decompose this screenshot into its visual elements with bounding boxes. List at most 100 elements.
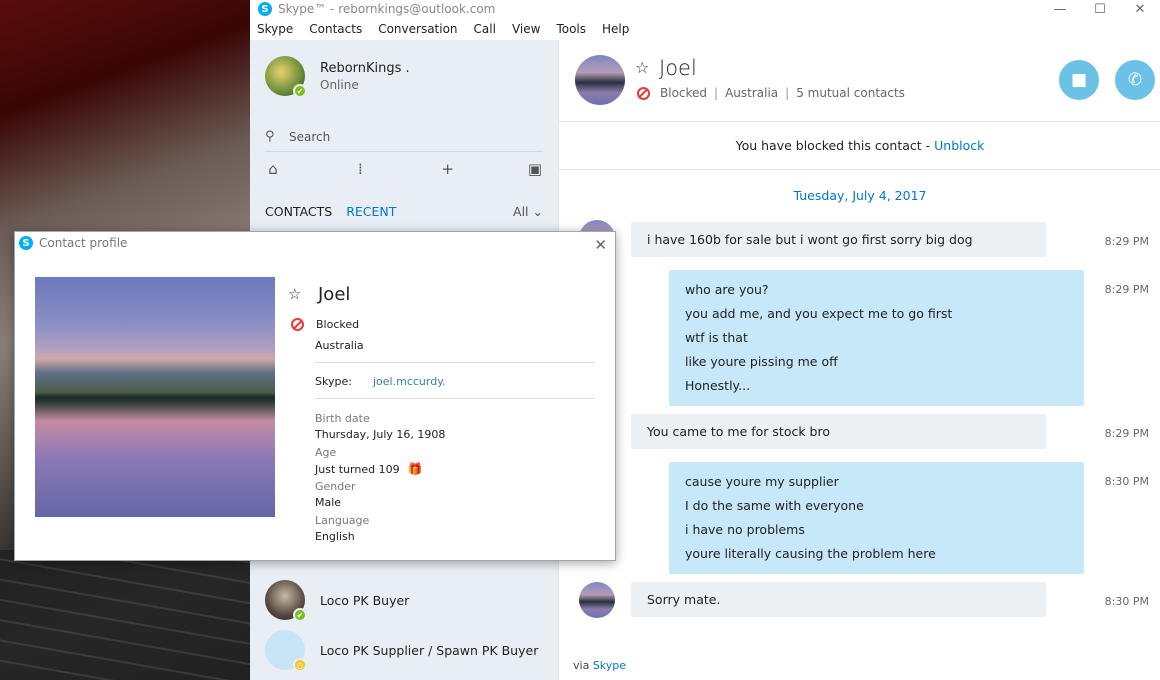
age-value: Just turned 109 [315, 462, 400, 476]
search-icon: ⚲ [265, 129, 275, 144]
contact-name: Loco PK Buyer [320, 592, 410, 608]
my-name: RebornKings . [320, 60, 410, 76]
menu-conversation[interactable]: Conversation [378, 22, 457, 36]
message-incoming[interactable]: i have 160b for sale but i wont go first… [631, 222, 1046, 257]
chevron-down-icon: ⌄ [532, 204, 543, 219]
menu-tools[interactable]: Tools [556, 22, 586, 36]
filter-dropdown[interactable]: All ⌄ [513, 204, 543, 219]
skype-id-row: Skype: joel.mccurdy. [315, 375, 446, 388]
message-incoming[interactable]: Sorry mate. [631, 582, 1046, 617]
via-skype-link[interactable]: Skype [593, 659, 626, 672]
away-status-icon: ◷ [293, 658, 307, 672]
message-text: I do the same with everyone [685, 498, 864, 513]
window-title: Skype™ - rebornkings@outlook.com [278, 2, 496, 16]
message-text: youre literally causing the problem here [685, 546, 936, 561]
blocked-icon [637, 86, 650, 100]
gender-field: Gender Male [315, 480, 356, 509]
profile-photo [35, 277, 275, 517]
my-status[interactable]: Online [320, 78, 410, 92]
avatar[interactable]: ✔ [265, 56, 307, 98]
tab-contacts[interactable]: CONTACTS [265, 204, 332, 219]
menu-contacts[interactable]: Contacts [309, 22, 362, 36]
message-outgoing[interactable]: cause youre my supplier I do the same wi… [669, 462, 1084, 574]
message-text: i have no problems [685, 522, 805, 537]
skype-logo-icon: S [19, 236, 33, 250]
window-controls: — ☐ ✕ [1040, 0, 1160, 18]
age-label: Age [315, 446, 337, 459]
dialpad-icon[interactable]: ⁞ [352, 160, 368, 178]
laptop-keyboard [0, 550, 250, 680]
my-profile[interactable]: ✔ RebornKings . Online [265, 56, 410, 98]
video-call-button[interactable]: ■ [1059, 60, 1099, 100]
menu-call[interactable]: Call [474, 22, 496, 36]
message-outgoing[interactable]: who are you? you add me, and you expect … [669, 270, 1084, 406]
maximize-icon[interactable]: ☐ [1080, 0, 1120, 18]
menu-skype[interactable]: Skype [257, 22, 293, 36]
message-time: 8:30 PM [1104, 595, 1149, 608]
home-icon[interactable]: ⌂ [265, 160, 281, 178]
date-separator: Tuesday, July 4, 2017 [793, 188, 927, 203]
online-status-icon: ✔ [293, 84, 307, 98]
skype-id-value[interactable]: joel.mccurdy. [373, 375, 446, 388]
list-item[interactable]: ✔ Loco PK Buyer [265, 580, 410, 622]
bot-icon[interactable]: ▣ [527, 160, 543, 178]
close-icon[interactable]: ✕ [594, 236, 607, 254]
message-text: like youre pissing me off [685, 354, 838, 369]
menu-view[interactable]: View [512, 22, 540, 36]
message-time: 8:29 PM [1104, 235, 1149, 248]
conversation-header: ☆ Joel Blocked | Australia | 5 mutual co… [559, 40, 1160, 122]
menu-help[interactable]: Help [602, 22, 629, 36]
title-bar: S Skype™ - rebornkings@outlook.com [250, 0, 1160, 18]
star-icon[interactable]: ☆ [288, 285, 301, 303]
separator: | [714, 86, 719, 100]
dialog-title-bar: S Contact profile [19, 236, 127, 250]
audio-call-button[interactable]: ✆ [1115, 60, 1155, 100]
close-icon[interactable]: ✕ [1120, 0, 1160, 18]
message-time: 8:29 PM [1104, 283, 1149, 296]
mutual-contacts[interactable]: 5 mutual contacts [796, 86, 905, 100]
message-time: 8:30 PM [1104, 475, 1149, 488]
contact-meta: Blocked | Australia | 5 mutual contacts [637, 86, 905, 100]
profile-status: Blocked [291, 318, 359, 331]
add-icon[interactable]: + [440, 160, 456, 178]
via-skype: via Skype [573, 659, 626, 672]
gender-value: Male [315, 496, 342, 509]
filter-label: All [513, 204, 529, 219]
message-text: wtf is that [685, 330, 748, 345]
birth-date-label: Birth date [315, 412, 370, 425]
blocked-notice-text: You have blocked this contact - [735, 138, 931, 153]
contact-profile-dialog: S Contact profile ✕ ☆ Joel Blocked Austr… [14, 231, 616, 561]
message-text: you add me, and you expect me to go firs… [685, 306, 953, 321]
birth-date-field: Birth date Thursday, July 16, 1908 [315, 412, 445, 441]
gift-icon[interactable]: 🎁 [408, 462, 423, 476]
contact-title[interactable]: Joel [659, 56, 697, 80]
blocked-icon [291, 318, 304, 331]
profile-location: Australia [315, 339, 364, 352]
message-text: who are you? [685, 282, 769, 297]
star-icon[interactable]: ☆ [635, 58, 649, 77]
contact-location: Australia [725, 86, 779, 100]
search-input[interactable]: ⚲ Search [265, 122, 543, 152]
message-text: Honestly... [685, 378, 751, 393]
message-text: You came to me for stock bro [647, 424, 831, 439]
avatar[interactable] [575, 55, 625, 105]
phone-icon: ✆ [1127, 70, 1143, 90]
divider [315, 398, 595, 399]
message-text: cause youre my supplier [685, 474, 839, 489]
online-status-icon: ✔ [293, 608, 307, 622]
unblock-link[interactable]: Unblock [934, 138, 984, 153]
message-text: Sorry mate. [647, 592, 721, 607]
message-time: 8:29 PM [1104, 427, 1149, 440]
blocked-notice: You have blocked this contact - Unblock [559, 122, 1160, 170]
contact-status: Blocked [660, 86, 708, 100]
age-value-row: Just turned 109 🎁 [315, 462, 423, 476]
menu-bar: Skype Contacts Conversation Call View To… [250, 18, 1160, 40]
message-list: Tuesday, July 4, 2017 i have 160b for sa… [559, 170, 1160, 650]
minimize-icon[interactable]: — [1040, 0, 1080, 18]
age-field: Age Just turned 109 🎁 [315, 446, 423, 476]
tab-recent[interactable]: RECENT [346, 204, 396, 219]
list-item[interactable]: ◷ Loco PK Supplier / Spawn PK Buyer [265, 630, 538, 672]
message-incoming[interactable]: You came to me for stock bro [631, 414, 1046, 449]
language-field: Language English [315, 514, 369, 543]
contact-tabs: CONTACTS RECENT All ⌄ [265, 204, 543, 219]
